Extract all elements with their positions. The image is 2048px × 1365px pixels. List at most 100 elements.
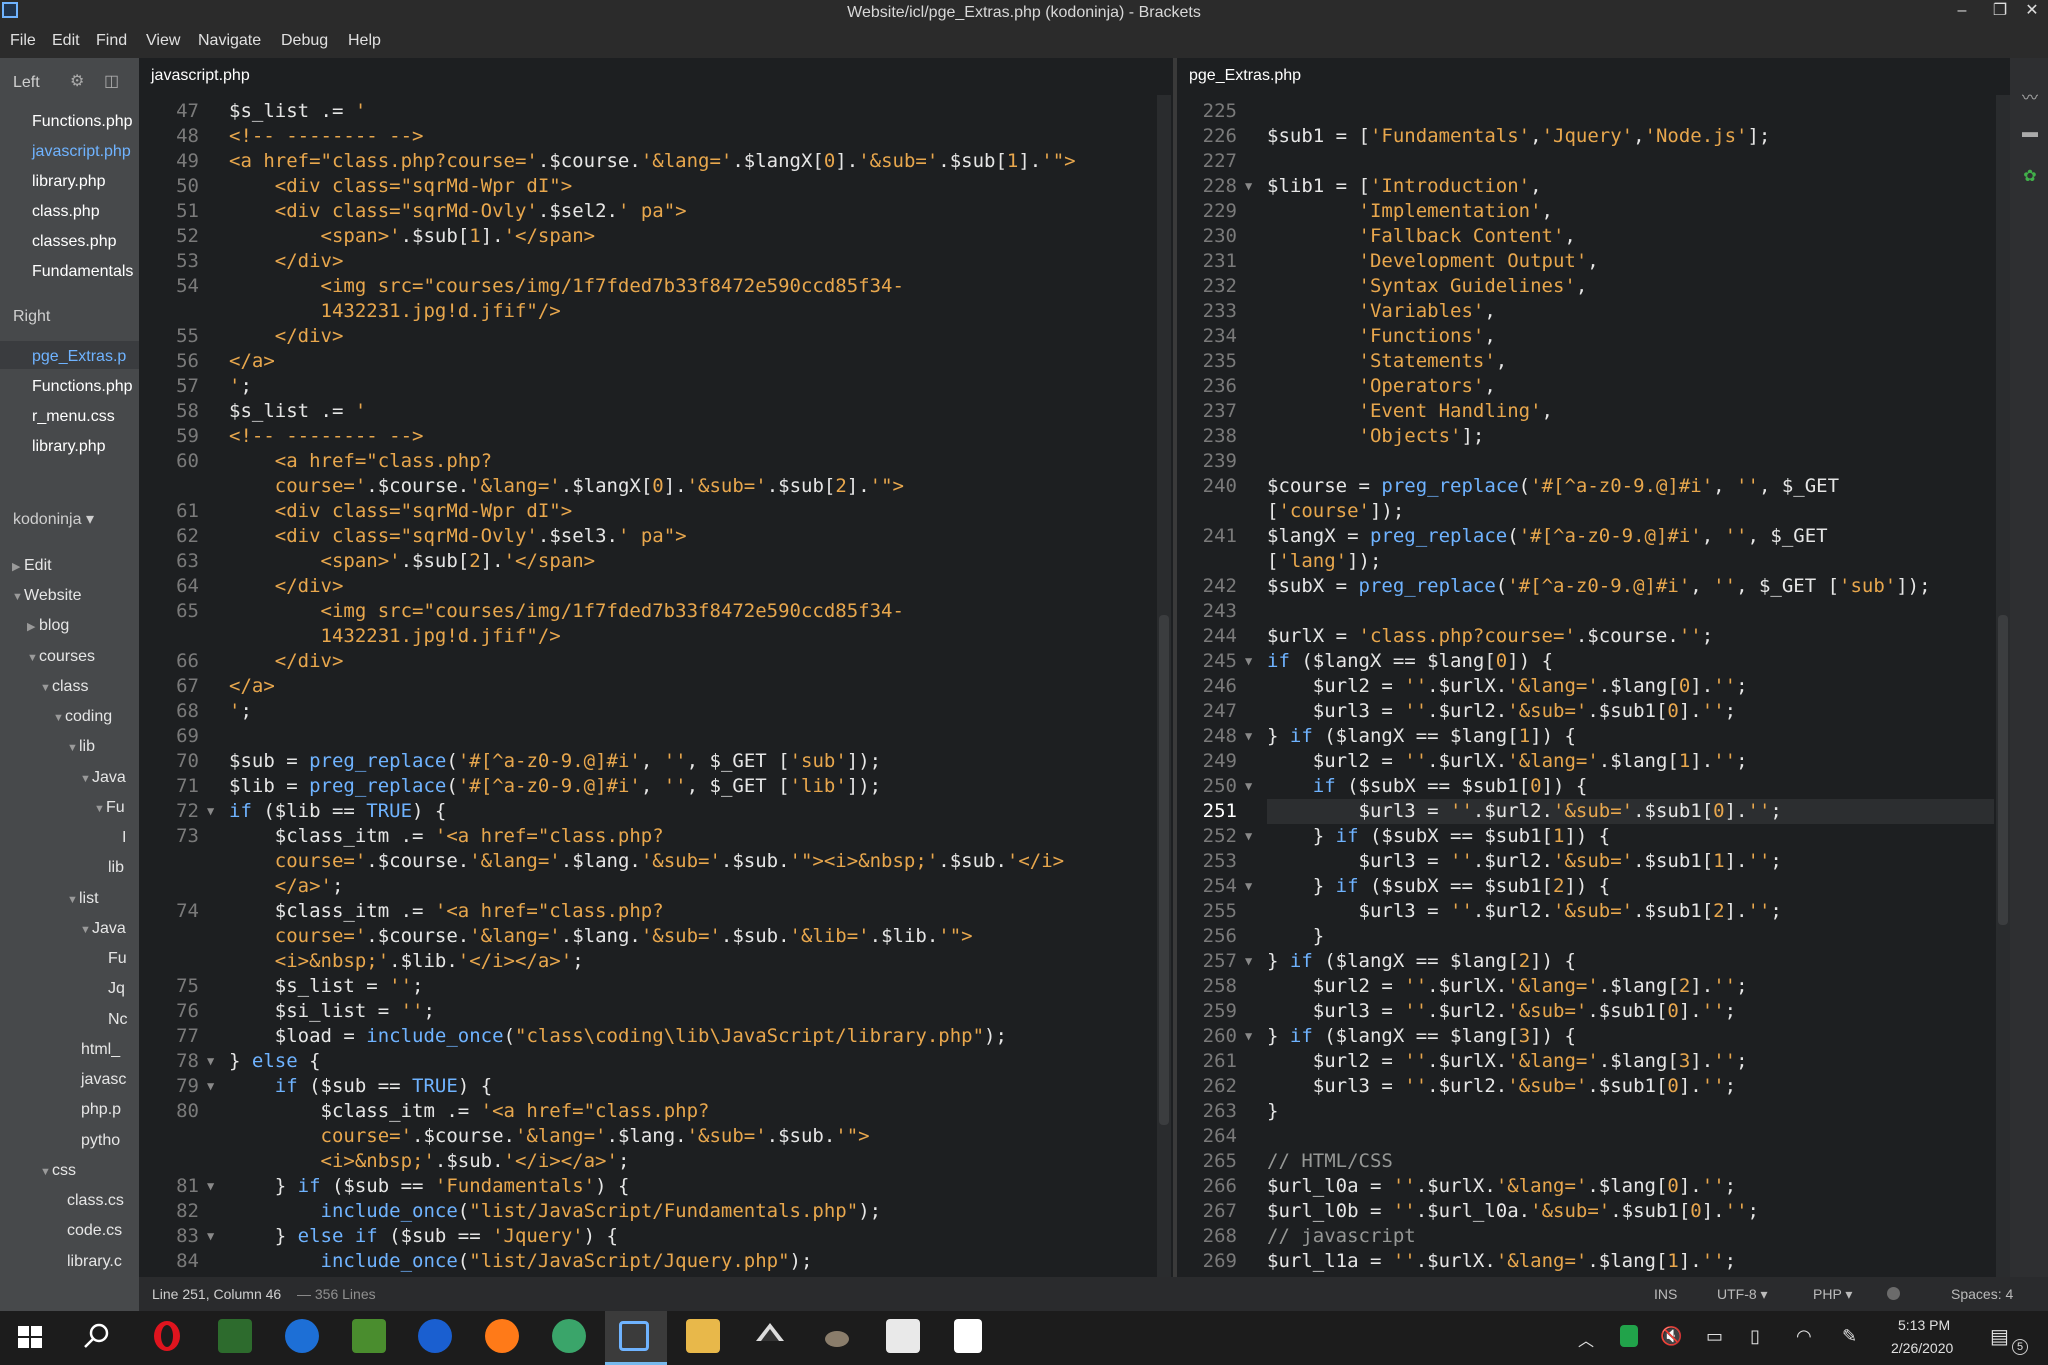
working-file[interactable]: Functions.php <box>32 378 133 396</box>
menu-navigate[interactable]: Navigate <box>198 32 261 50</box>
code-text[interactable]: // javascript <box>1267 1224 1416 1249</box>
code-text[interactable]: 'Statements', <box>1267 349 1508 374</box>
code-text[interactable]: } else if ($sub == 'Jquery') { <box>229 1224 618 1249</box>
code-text[interactable]: } <box>1267 1099 1278 1124</box>
restore-icon[interactable]: ❐ <box>1984 0 2016 24</box>
extension-manager-icon[interactable]: ▬ <box>2020 124 2040 144</box>
code-line[interactable]: 250 ▼ if ($subX == $sub1[0]) { <box>1177 774 2010 799</box>
security-tray-icon[interactable] <box>1620 1325 1638 1347</box>
brackets-taskbar-icon[interactable] <box>619 1321 649 1351</box>
code-text[interactable]: 'Variables', <box>1267 299 1496 324</box>
code-text[interactable]: <a href="class.php?course='.$course.'&la… <box>229 149 1076 174</box>
code-text[interactable]: $url3 = ''.$url2.'&sub='.$sub1[1].''; <box>1267 849 1782 874</box>
code-line[interactable]: 71 $lib = preg_replace('#[^a-z0-9.@]#i', … <box>139 774 1173 799</box>
menu-edit[interactable]: Edit <box>52 32 80 50</box>
code-text[interactable]: $class_itm .= '<a href="class.php? <box>229 899 664 924</box>
code-line[interactable]: 83 ▼ } else if ($sub == 'Jquery') { <box>139 1224 1173 1249</box>
code-line[interactable]: 80 $class_itm .= '<a href="class.php? <box>139 1099 1173 1124</box>
code-text[interactable]: $url2 = ''.$urlX.'&lang='.$lang[2].''; <box>1267 974 1748 999</box>
pen-icon[interactable]: ✎ <box>1842 1326 1857 1347</box>
fold-toggle-icon[interactable]: ▼ <box>207 1074 214 1099</box>
code-line[interactable]: 249 $url2 = ''.$urlX.'&lang='.$lang[1].'… <box>1177 749 2010 774</box>
fold-toggle-icon[interactable]: ▼ <box>207 799 214 824</box>
code-line[interactable]: 268 // javascript <box>1177 1224 2010 1249</box>
code-line[interactable]: 47 $s_list .= ' <box>139 99 1173 124</box>
right-editor-pane[interactable]: pge_Extras.php 225 226 $sub1 = ['Fundament… <box>1177 58 2010 1277</box>
terminal-icon[interactable] <box>886 1319 920 1353</box>
right-scroll-thumb[interactable] <box>1998 615 2008 925</box>
code-line[interactable]: 231 'Development Output', <box>1177 249 2010 274</box>
tree-file[interactable]: html_ <box>81 1041 120 1059</box>
tree-folder[interactable]: ▼coding <box>53 708 112 726</box>
code-line[interactable]: 267 $url_l0b = ''.$url_l0a.'&sub='.$sub1[… <box>1177 1199 2010 1224</box>
left-scrollbar[interactable] <box>1157 95 1171 1277</box>
code-line[interactable]: 238 'Objects']; <box>1177 424 2010 449</box>
code-line[interactable]: 58 $s_list .= ' <box>139 399 1173 424</box>
code-text[interactable]: } if ($subX == $sub1[2]) { <box>1267 874 1610 899</box>
code-text[interactable]: $url2 = ''.$urlX.'&lang='.$lang[3].''; <box>1267 1049 1748 1074</box>
code-line[interactable]: 241 $langX = preg_replace('#[^a-z0-9.@]#i… <box>1177 524 2010 549</box>
code-line[interactable]: 59 <!-- -------- --> <box>139 424 1173 449</box>
code-text[interactable]: } if ($subX == $sub1[1]) { <box>1267 824 1610 849</box>
clock-date[interactable]: 2/26/2020 <box>1891 1340 1953 1356</box>
code-line[interactable]: 55 </div> <box>139 324 1173 349</box>
code-line[interactable]: 234 'Functions', <box>1177 324 2010 349</box>
code-text[interactable]: <div class="sqrMd-Wpr dI"> <box>229 174 572 199</box>
code-text[interactable]: $url3 = ''.$url2.'&sub='.$sub1[0].''; <box>1267 699 1736 724</box>
code-line[interactable]: 256 } <box>1177 924 2010 949</box>
tree-file[interactable]: Jq <box>108 980 125 998</box>
code-text[interactable]: $urlX = 'class.php?course='.$course.''; <box>1267 624 1713 649</box>
code-line[interactable]: 251 $url3 = ''.$url2.'&sub='.$sub1[0].''… <box>1177 799 2010 824</box>
code-text[interactable]: $class_itm .= '<a href="class.php? <box>229 1099 710 1124</box>
code-line[interactable]: course='.$course.'&lang='.$lang.'&sub='.… <box>139 924 1173 949</box>
code-line[interactable]: 246 $url2 = ''.$urlX.'&lang='.$lang[0].'… <box>1177 674 2010 699</box>
code-line[interactable]: 260 ▼} if ($langX == $lang[3]) { <box>1177 1024 2010 1049</box>
code-text[interactable]: } else { <box>229 1049 321 1074</box>
code-text[interactable]: $url_l0b = ''.$url_l0a.'&sub='.$sub1[0].… <box>1267 1199 1759 1224</box>
code-line[interactable]: 253 $url3 = ''.$url2.'&sub='.$sub1[1].''… <box>1177 849 2010 874</box>
code-line[interactable]: </a>'; <box>139 874 1173 899</box>
gear-icon[interactable]: ⚙ <box>70 74 86 90</box>
code-line[interactable]: 60 <a href="class.php? <box>139 449 1173 474</box>
tree-folder[interactable]: ▶ Edit <box>12 557 52 575</box>
minimize-icon[interactable]: – <box>1946 0 1978 24</box>
code-text[interactable]: 'Operators', <box>1267 374 1496 399</box>
code-line[interactable]: 66 </div> <box>139 649 1173 674</box>
fold-toggle-icon[interactable]: ▼ <box>1245 874 1252 899</box>
tree-file[interactable]: class.cs <box>67 1192 124 1210</box>
code-line[interactable]: 258 $url2 = ''.$urlX.'&lang='.$lang[2].'… <box>1177 974 2010 999</box>
code-line[interactable]: 49 <a href="class.php?course='.$course.'&… <box>139 149 1173 174</box>
code-text[interactable]: 'Syntax Guidelines', <box>1267 274 1588 299</box>
code-line[interactable]: <i>&nbsp;'.$lib.'</i></a>'; <box>139 949 1173 974</box>
code-line[interactable]: 255 $url3 = ''.$url2.'&sub='.$sub1[2].''… <box>1177 899 2010 924</box>
code-text[interactable]: <img src="courses/img/1f7fded7b33f8472e5… <box>229 599 904 624</box>
tree-folder[interactable]: ▼lib <box>67 738 95 756</box>
tree-folder[interactable]: ▼Java <box>80 920 126 938</box>
code-text[interactable]: $url_l1a = ''.$urlX.'&lang='.$lang[1].''… <box>1267 1249 1736 1274</box>
code-text[interactable]: $sub1 = ['Fundamentals','Jquery','Node.j… <box>1267 124 1770 149</box>
code-line[interactable]: 68 '; <box>139 699 1173 724</box>
code-text[interactable]: $url_l0a = ''.$urlX.'&lang='.$lang[0].''… <box>1267 1174 1736 1199</box>
code-text[interactable]: $langX = preg_replace('#[^a-z0-9.@]#i', … <box>1267 524 1828 549</box>
thunderbird-icon[interactable] <box>285 1319 319 1353</box>
code-line[interactable]: 229 'Implementation', <box>1177 199 2010 224</box>
code-text[interactable]: } if ($langX == $lang[3]) { <box>1267 1024 1576 1049</box>
code-line[interactable]: 245 ▼ if ($langX == $lang[0]) { <box>1177 649 2010 674</box>
tree-folder[interactable]: ▼list <box>67 890 99 908</box>
code-line[interactable]: 70 $sub = preg_replace('#[^a-z0-9.@]#i', … <box>139 749 1173 774</box>
code-line[interactable]: 263} <box>1177 1099 2010 1124</box>
code-line[interactable]: course='.$course.'&lang='.$lang.'&sub='.… <box>139 1124 1173 1149</box>
emmet-icon[interactable]: ✿ <box>2020 166 2040 186</box>
code-line[interactable]: 240 $course = preg_replace('#[^a-z0-9.@]#… <box>1177 474 2010 499</box>
code-text[interactable]: <!-- -------- --> <box>229 424 423 449</box>
code-line[interactable]: 48 <!-- -------- --> <box>139 124 1173 149</box>
fold-toggle-icon[interactable]: ▼ <box>1245 824 1252 849</box>
code-text[interactable]: course='.$course.'&lang='.$langX[0].'&su… <box>229 474 904 499</box>
code-line[interactable]: 56 </a> <box>139 349 1173 374</box>
code-text[interactable]: </a> <box>229 674 275 699</box>
code-line[interactable]: 227 <box>1177 149 2010 174</box>
code-text[interactable]: $url3 = ''.$url2.'&sub='.$sub1[2].''; <box>1267 899 1782 924</box>
code-text[interactable]: </a> <box>229 349 275 374</box>
code-line[interactable]: 248 ▼} if ($langX == $lang[1]) { <box>1177 724 2010 749</box>
code-line[interactable]: 84 include_once("list/JavaScript/Jquery.… <box>139 1249 1173 1274</box>
